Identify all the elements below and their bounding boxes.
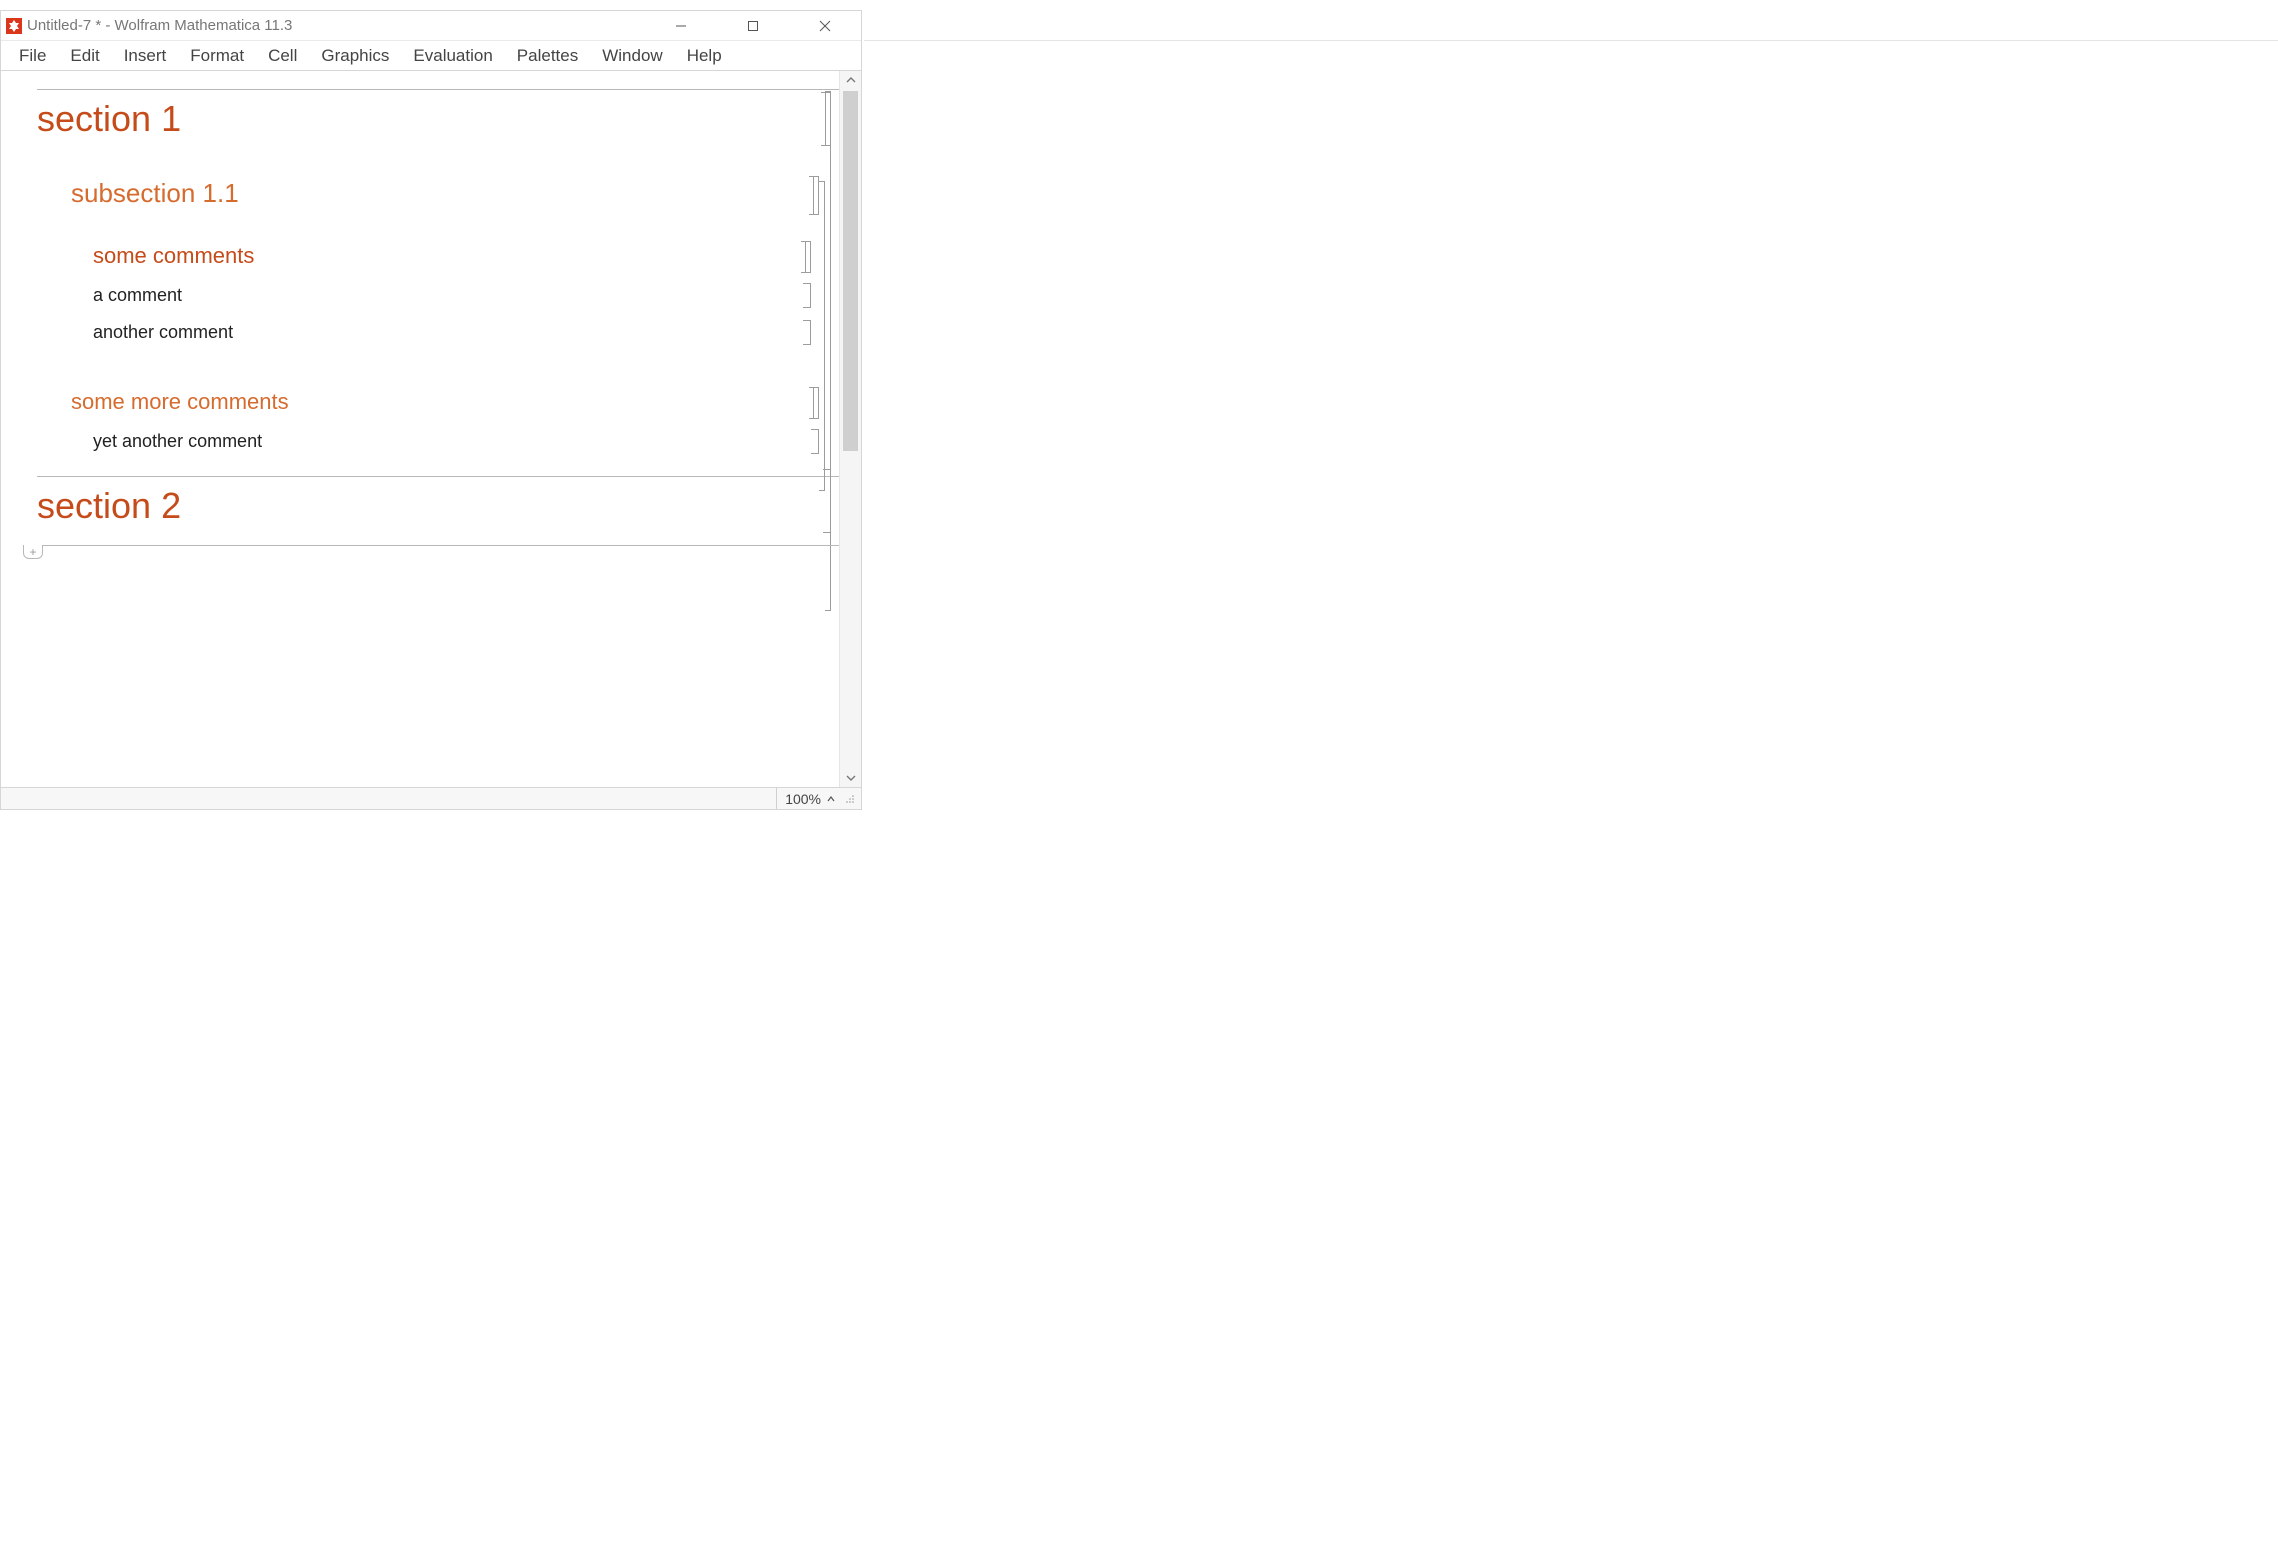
menu-help[interactable]: Help (675, 42, 734, 70)
menu-insert[interactable]: Insert (112, 42, 179, 70)
cell-bracket-icon[interactable] (811, 429, 819, 454)
menu-palettes[interactable]: Palettes (505, 42, 590, 70)
subsection-1-1-text: subsection 1.1 (71, 178, 239, 208)
section-2-block: section 2 (1, 476, 839, 535)
menu-cell[interactable]: Cell (256, 42, 309, 70)
menu-edit[interactable]: Edit (58, 42, 111, 70)
client-area: section 1 subsection 1.1 some comments a… (1, 71, 861, 787)
section-1-text: section 1 (37, 98, 181, 139)
scroll-thumb[interactable] (843, 91, 858, 451)
cell-bracket-icon[interactable] (811, 176, 819, 215)
close-button[interactable] (789, 11, 861, 41)
cell-text-a-comment[interactable]: a comment (1, 275, 839, 312)
maximize-button[interactable] (717, 11, 789, 41)
menu-evaluation[interactable]: Evaluation (401, 42, 504, 70)
cell-bracket-icon[interactable] (811, 387, 819, 419)
cell-bracket-icon[interactable] (823, 469, 831, 533)
menu-graphics[interactable]: Graphics (309, 42, 401, 70)
cell-section-2[interactable]: section 2 (1, 477, 839, 535)
menu-window[interactable]: Window (590, 42, 674, 70)
chevron-up-icon (827, 796, 835, 802)
section-2-text: section 2 (37, 485, 181, 526)
new-cell-plus-icon[interactable]: + (23, 545, 43, 559)
background-divider (864, 40, 2278, 41)
minimize-button[interactable] (645, 11, 717, 41)
cell-subsection-1-1[interactable]: subsection 1.1 (1, 148, 839, 217)
cell-text-another-comment[interactable]: another comment (1, 312, 839, 349)
titlebar[interactable]: Untitled-7 * - Wolfram Mathematica 11.3 (1, 11, 861, 41)
cell-subsubsection-some-comments[interactable]: some comments (1, 217, 839, 275)
cell-section-1[interactable]: section 1 (1, 90, 839, 148)
resize-grip-icon[interactable] (843, 792, 857, 806)
statusbar: 100% (1, 787, 861, 809)
notebook[interactable]: section 1 subsection 1.1 some comments a… (1, 71, 839, 787)
window-controls (645, 11, 861, 41)
a-comment-text: a comment (93, 285, 182, 305)
cell-text-yet-another-comment[interactable]: yet another comment (1, 421, 839, 458)
yet-another-comment-text: yet another comment (93, 431, 262, 451)
cell-bracket-icon[interactable] (803, 241, 811, 273)
zoom-control[interactable]: 100% (776, 788, 843, 809)
menu-format[interactable]: Format (178, 42, 256, 70)
another-comment-text: another comment (93, 322, 233, 342)
mathematica-window: Untitled-7 * - Wolfram Mathematica 11.3 … (0, 10, 862, 810)
scroll-up-button[interactable] (840, 71, 861, 89)
insertion-line (43, 545, 839, 546)
menu-file[interactable]: File (7, 42, 58, 70)
scroll-down-button[interactable] (840, 769, 861, 787)
cell-bracket-icon[interactable] (803, 320, 811, 345)
cell-bracket-icon[interactable] (803, 283, 811, 308)
vertical-scrollbar[interactable] (839, 71, 861, 787)
menubar: File Edit Insert Format Cell Graphics Ev… (1, 41, 861, 71)
insertion-bar[interactable]: + (1, 545, 839, 559)
some-comments-text: some comments (93, 243, 254, 268)
window-title: Untitled-7 * - Wolfram Mathematica 11.3 (27, 17, 292, 34)
cells-container: section 1 subsection 1.1 some comments a… (1, 71, 839, 559)
cell-subsection-some-more-comments[interactable]: some more comments (1, 349, 839, 421)
zoom-value: 100% (785, 791, 821, 807)
some-more-comments-text: some more comments (71, 389, 289, 414)
app-icon (5, 17, 23, 35)
